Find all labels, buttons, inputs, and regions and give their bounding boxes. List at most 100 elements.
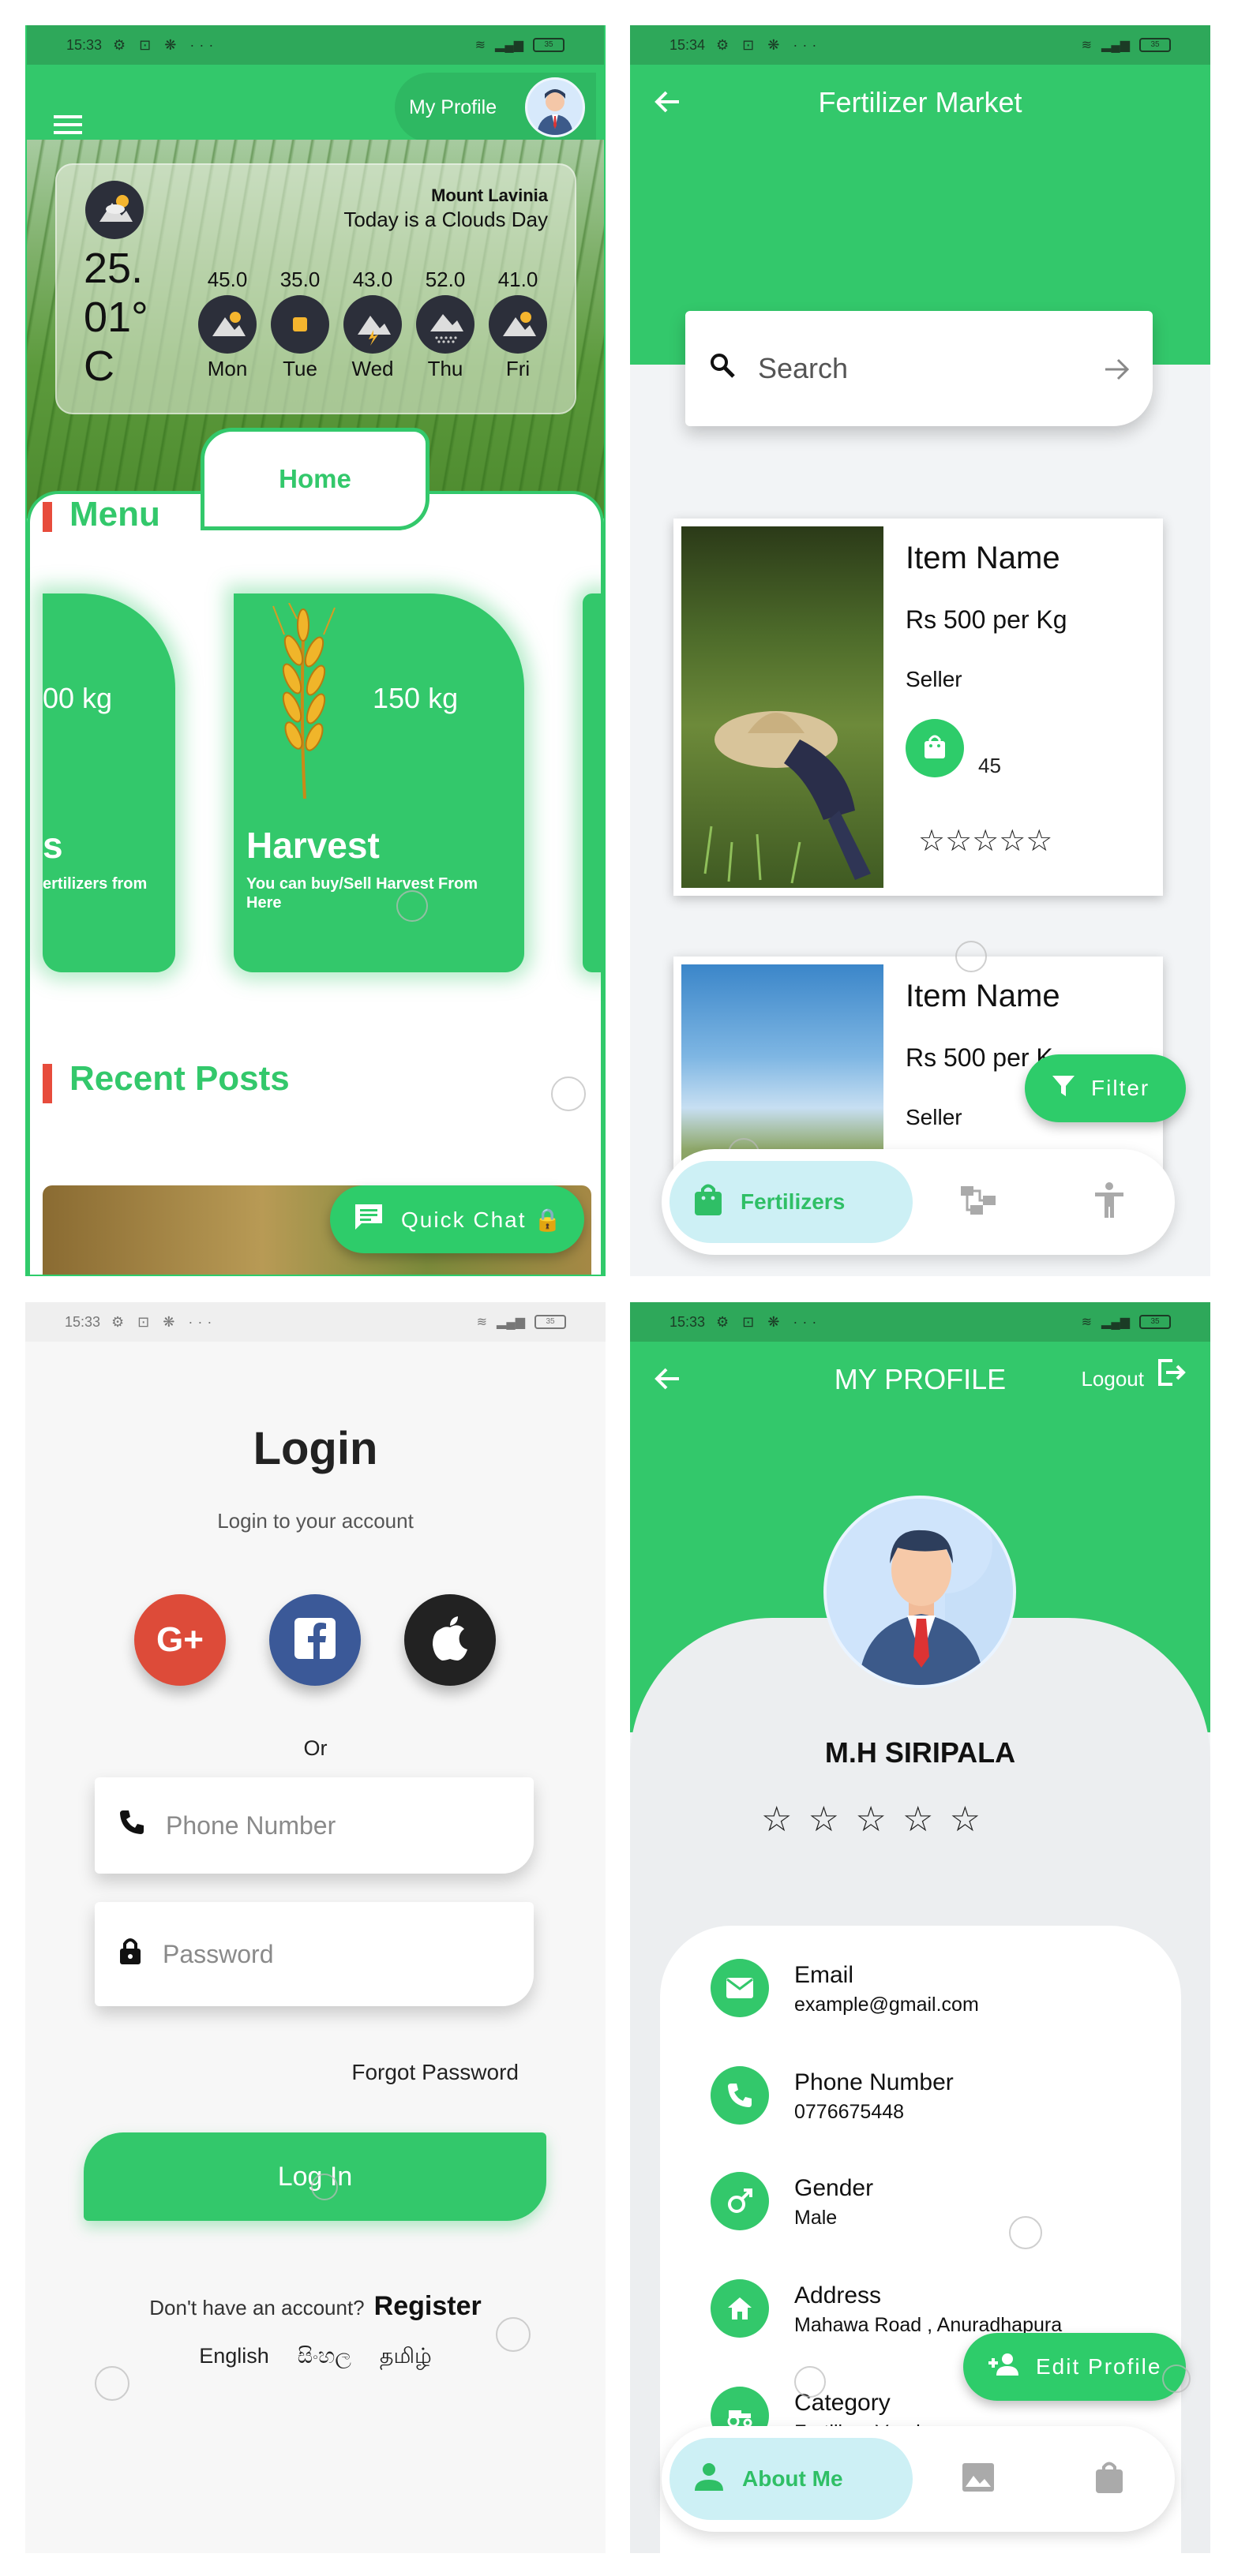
card-title: s	[43, 825, 63, 866]
forecast-day-name: Fri	[505, 357, 531, 380]
apple-icon	[429, 1615, 471, 1666]
storm-icon	[343, 295, 402, 354]
touch-ripple	[95, 2366, 129, 2401]
signal-icons: ≋ ▂▄▆ 35	[1082, 37, 1171, 53]
battery-icon: 35	[533, 38, 564, 52]
nav-fertilizers-label: Fertilizers	[741, 1189, 846, 1214]
weather-description: Today is a Clouds Day	[343, 208, 548, 231]
status-time: 15:34	[670, 36, 706, 53]
forecast-day-name: Tue	[283, 357, 317, 380]
accessibility-icon	[1093, 1181, 1125, 1223]
item-name: Item Name	[906, 979, 1060, 1013]
search-input[interactable]: Search	[685, 311, 1153, 426]
add-person-icon	[987, 2352, 1022, 2383]
forecast-day: 41.0 Fri	[488, 268, 548, 381]
status-icons: ⚙ ⊡ ❋ ···	[716, 1313, 822, 1330]
google-plus-icon: G+	[156, 1620, 204, 1659]
forecast-day: 43.0 Wed	[343, 268, 403, 381]
apple-login-button[interactable]	[404, 1594, 496, 1686]
touch-ripple	[311, 2174, 338, 2200]
item-seller: Seller	[906, 1105, 962, 1129]
fertilizer-card[interactable]: 00 kg s ertilizers from	[43, 593, 175, 972]
phone-value: 0776675448	[794, 2101, 905, 2123]
quick-chat-button[interactable]: Quick Chat 🔒	[330, 1185, 584, 1253]
password-field[interactable]: Password	[95, 1902, 534, 2006]
nav-about-me-label: About Me	[742, 2466, 843, 2491]
password-placeholder: Password	[163, 1939, 274, 1968]
forecast-day-name: Mon	[207, 357, 248, 380]
person-icon	[693, 2462, 725, 2496]
battery-icon: 35	[1139, 1315, 1171, 1329]
nav-hierarchy[interactable]	[913, 1183, 1044, 1222]
shopping-bag-icon	[693, 1182, 723, 1222]
home-icon	[711, 2279, 769, 2338]
signal-icon: ▂▄▆	[1101, 39, 1130, 52]
logout-button[interactable]: Logout	[1081, 1342, 1187, 1417]
touch-ripple	[496, 2317, 531, 2352]
back-arrow-icon[interactable]	[654, 90, 681, 118]
logout-icon	[1157, 1342, 1187, 1417]
forecast-day-name: Thu	[427, 357, 463, 380]
profile-avatar[interactable]	[823, 1496, 1016, 1688]
email-icon	[711, 1959, 769, 2017]
next-card[interactable]	[583, 593, 604, 972]
touch-ripple	[1162, 2364, 1191, 2393]
no-account-text: Don't have an account?	[149, 2296, 365, 2320]
language-english[interactable]: English	[199, 2344, 269, 2372]
back-arrow-icon[interactable]	[654, 1367, 681, 1395]
filter-icon	[1052, 1074, 1075, 1103]
login-title: Login	[253, 1423, 378, 1474]
card-title: Harvest	[246, 825, 380, 866]
forgot-password-link[interactable]: Forgot Password	[351, 2060, 519, 2085]
address-row: Address Mahawa Road , Anuradhapura	[711, 2279, 1062, 2338]
my-profile-label: My Profile	[409, 95, 497, 118]
status-time: 15:33	[66, 36, 103, 53]
shopping-bag-button[interactable]	[906, 719, 964, 777]
status-icons: ⚙ ⊡ ❋ ···	[111, 1313, 217, 1330]
email-row: Email example@gmail.com	[711, 1959, 979, 2017]
register-link[interactable]: Register	[374, 2291, 482, 2321]
status-icons: ⚙ ⊡ ❋ ···	[113, 36, 219, 53]
facebook-icon	[293, 1616, 337, 1664]
google-login-button[interactable]: G+	[134, 1594, 226, 1686]
profile-rating-stars[interactable]: ☆ ☆ ☆ ☆ ☆	[761, 1799, 984, 1840]
cloud-icon	[85, 181, 144, 239]
status-bar: 15:33 ⚙ ⊡ ❋ ··· ≋ ▂▄▆ 35	[630, 1302, 1210, 1342]
language-sinhala[interactable]: සිංහල	[298, 2344, 351, 2372]
rating-stars[interactable]: ☆☆☆☆☆	[918, 823, 1052, 859]
nav-about-me[interactable]: About Me	[670, 2438, 913, 2520]
wifi-icon: ≋	[1081, 1316, 1093, 1329]
harvest-card[interactable]: 150 kg Harvest You can buy/Sell Harvest …	[234, 593, 524, 972]
touch-ripple	[396, 890, 428, 922]
shopping-bag-icon	[923, 733, 947, 764]
nav-shop[interactable]	[1044, 2460, 1175, 2499]
product-card[interactable]: Item Name Rs 500 per Kg Seller 45 ☆☆☆☆☆	[673, 519, 1163, 896]
forecast-day: 45.0 Mon	[197, 268, 257, 381]
login-subtitle: Login to your account	[217, 1509, 414, 1533]
partly-cloudy-icon	[198, 295, 257, 354]
shopping-bag-icon	[1094, 2460, 1124, 2499]
lock-icon	[118, 1936, 142, 1972]
nav-accessibility[interactable]	[1044, 1181, 1175, 1223]
edit-profile-button[interactable]: Edit Profile	[963, 2333, 1186, 2401]
tab-home[interactable]: Home	[201, 428, 429, 530]
hierarchy-icon	[959, 1183, 997, 1222]
item-count: 45	[978, 754, 1001, 777]
phone-number-field[interactable]: Phone Number	[95, 1777, 534, 1874]
my-profile-button[interactable]: My Profile	[395, 73, 596, 142]
language-tamil[interactable]: தமிழ்	[380, 2344, 432, 2372]
card-description: You can buy/Sell Harvest From Here	[246, 875, 478, 912]
arrow-right-icon[interactable]	[1104, 355, 1131, 388]
battery-icon: 35	[1139, 38, 1171, 52]
bottom-navigation: Fertilizers	[662, 1149, 1175, 1255]
nav-gallery[interactable]	[913, 2462, 1044, 2497]
signal-icon: ▂▄▆	[497, 1316, 525, 1329]
chat-icon	[354, 1203, 384, 1237]
quick-chat-label: Quick Chat 🔒	[401, 1207, 564, 1232]
tractor-icon	[711, 2387, 769, 2429]
card-weight: 00 kg	[43, 682, 113, 714]
nav-fertilizers[interactable]: Fertilizers	[670, 1161, 913, 1243]
menu-hamburger-icon[interactable]	[54, 114, 82, 140]
facebook-login-button[interactable]	[269, 1594, 361, 1686]
filter-button[interactable]: Filter	[1025, 1054, 1186, 1122]
